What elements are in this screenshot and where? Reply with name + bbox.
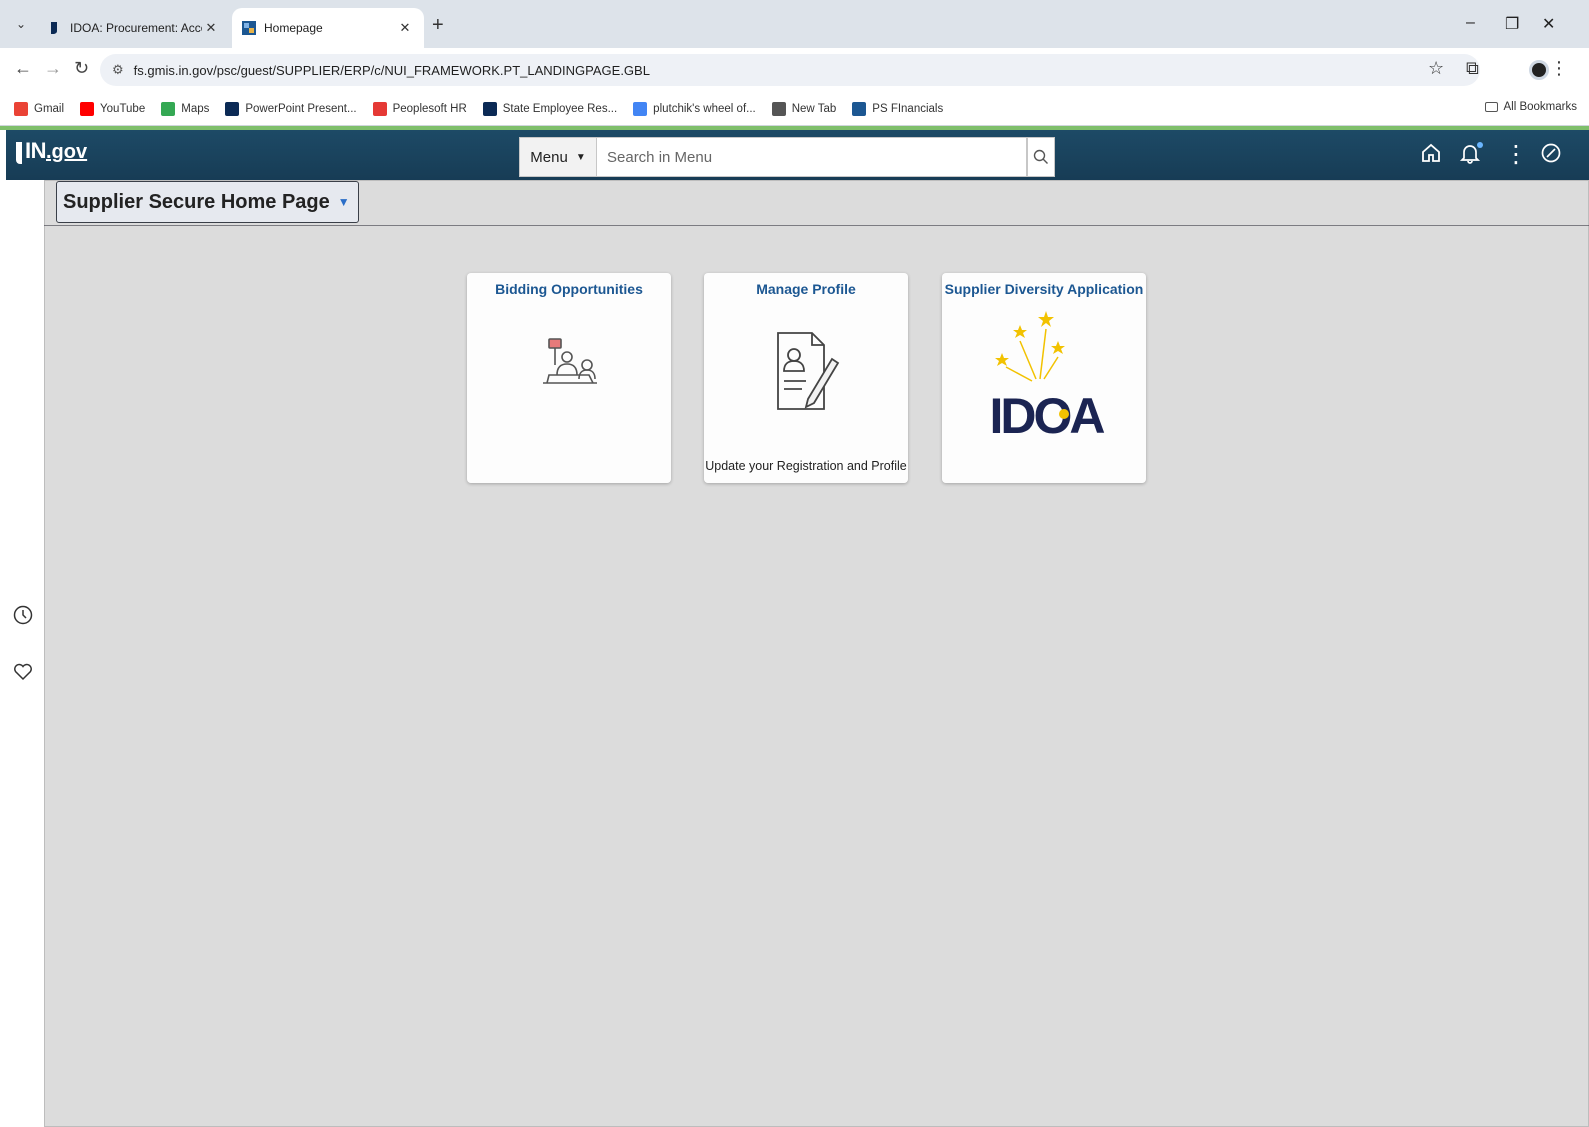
favorites-heart-icon[interactable]: [12, 660, 34, 688]
peoplesoft-icon: [372, 101, 387, 116]
in-gov-favicon-icon: [48, 21, 62, 35]
bookmark-item[interactable]: Maps: [161, 101, 210, 116]
svg-text:IDOA: IDOA: [990, 388, 1105, 441]
in-gov-logo[interactable]: IN .gov: [16, 138, 87, 164]
google-icon: [633, 101, 648, 116]
tile-title: Supplier Diversity Application: [944, 281, 1144, 297]
bookmark-item[interactable]: State Employee Res...: [482, 101, 618, 116]
indiana-flag-icon: [16, 142, 22, 164]
tile-subtitle: Update your Registration and Profile: [705, 459, 907, 473]
tab-title: Homepage: [264, 21, 323, 35]
caret-down-icon: ▼: [575, 151, 586, 163]
idoa-logo: IDOA: [976, 301, 1116, 441]
tile-bidding-opportunities[interactable]: Bidding Opportunities: [467, 273, 671, 483]
bookmark-label: New Tab: [791, 102, 837, 115]
profile-document-icon: [777, 332, 840, 410]
gmail-icon: [14, 101, 28, 116]
recent-clock-icon[interactable]: [12, 604, 34, 632]
tab-close-icon[interactable]: ✕: [396, 20, 414, 36]
all-bookmarks-button[interactable]: All Bookmarks: [1484, 101, 1578, 113]
site-info-icon[interactable]: ⚙: [112, 62, 124, 78]
left-rail: [0, 180, 44, 1127]
bookmark-label: Peoplesoft HR: [392, 102, 467, 115]
bookmark-item[interactable]: PowerPoint Present...: [225, 101, 357, 116]
back-arrow-icon[interactable]: ←: [14, 58, 32, 79]
bookmark-item[interactable]: Peoplesoft HR: [372, 101, 467, 116]
bookmark-item[interactable]: New Tab: [771, 101, 837, 116]
menu-search-input[interactable]: [597, 137, 1027, 177]
search-icon: [1033, 149, 1048, 164]
minimize-icon[interactable]: –: [1466, 14, 1475, 32]
tab-search-button[interactable]: ⌄: [8, 12, 34, 36]
url-text[interactable]: fs.gmis.in.gov/psc/guest/SUPPLIER/ERP/c/…: [134, 63, 650, 78]
menu-label: Menu: [530, 148, 568, 166]
youtube-icon: [80, 101, 95, 116]
all-bookmarks-label: All Bookmarks: [1503, 101, 1578, 113]
homepage-selector[interactable]: Supplier Secure Home Page ▼: [56, 181, 359, 223]
bookmark-label: YouTube: [100, 102, 146, 115]
tab-idoa-procurement[interactable]: IDOA: Procurement: Access the ✕: [38, 8, 230, 48]
bookmark-star-icon[interactable]: ☆: [1428, 58, 1444, 79]
ps-financials-icon: [852, 101, 867, 116]
bookmark-label: plutchik's wheel of...: [653, 102, 756, 115]
bookmark-item[interactable]: plutchik's wheel of...: [633, 101, 756, 116]
tile-supplier-diversity-application[interactable]: Supplier Diversity Application IDOA: [942, 273, 1146, 483]
bookmark-label: State Employee Res...: [502, 102, 618, 115]
navbar-compass-icon[interactable]: [1540, 142, 1562, 170]
restore-icon[interactable]: ❐: [1505, 14, 1519, 34]
browser-toolbar: ← → ↻ ⚙ fs.gmis.in.gov/psc/guest/SUPPLIE…: [0, 48, 1589, 92]
window-close-icon[interactable]: ✕: [1542, 14, 1555, 34]
tile-manage-profile[interactable]: Manage Profile Update your Registration …: [704, 273, 908, 483]
actions-more-icon[interactable]: ⋮: [1504, 140, 1528, 169]
home-icon[interactable]: [1420, 142, 1442, 170]
reload-icon[interactable]: ↻: [74, 58, 89, 79]
in-gov-icon: [482, 101, 497, 116]
more-vertical-icon[interactable]: ⋮: [1550, 58, 1568, 79]
tile-title: Manage Profile: [756, 281, 856, 297]
tab-strip: ⌄ IDOA: Procurement: Access the ✕ Homepa…: [0, 0, 1589, 48]
address-bar[interactable]: ⚙ fs.gmis.in.gov/psc/guest/SUPPLIER/ERP/…: [100, 54, 1480, 86]
bookmark-item[interactable]: YouTube: [80, 101, 146, 116]
caret-down-icon: ▼: [337, 195, 350, 209]
bookmark-item[interactable]: PS FInancials: [852, 101, 944, 116]
profile-avatar[interactable]: [1529, 60, 1549, 80]
globe-icon: [771, 101, 786, 116]
folder-icon: [1484, 102, 1498, 112]
ps-favicon-icon: [242, 21, 256, 35]
tab-close-icon[interactable]: ✕: [202, 20, 220, 36]
tile-title: Bidding Opportunities: [495, 281, 643, 297]
new-tab-plus-icon[interactable]: +: [432, 14, 444, 37]
title-divider: [44, 225, 1589, 226]
tab-homepage[interactable]: Homepage ✕: [232, 8, 424, 48]
logo-text: IN: [25, 138, 47, 163]
in-gov-icon: [225, 101, 240, 116]
bookmark-label: Gmail: [34, 102, 65, 115]
notification-dot: [1477, 142, 1483, 148]
chevron-down-icon: ⌄: [15, 17, 27, 31]
forward-arrow-icon[interactable]: →: [44, 58, 62, 79]
page-title: Supplier Secure Home Page: [63, 190, 330, 213]
bookmark-item[interactable]: Gmail: [14, 101, 65, 116]
bidding-icon: [543, 338, 597, 384]
maps-icon: [161, 101, 176, 116]
bookmark-label: PS FInancials: [872, 102, 944, 115]
logo-suffix: .gov: [46, 141, 88, 163]
search-button[interactable]: [1027, 137, 1055, 177]
tab-title: IDOA: Procurement: Access the: [70, 21, 202, 35]
extensions-icon[interactable]: ⧉: [1466, 58, 1479, 79]
bookmark-label: Maps: [181, 102, 210, 115]
bookmark-label: PowerPoint Present...: [245, 102, 357, 115]
bookmarks-bar: Gmail YouTube Maps PowerPoint Present... Peo…: [0, 92, 1589, 126]
menu-dropdown[interactable]: Menu ▼: [519, 137, 597, 177]
